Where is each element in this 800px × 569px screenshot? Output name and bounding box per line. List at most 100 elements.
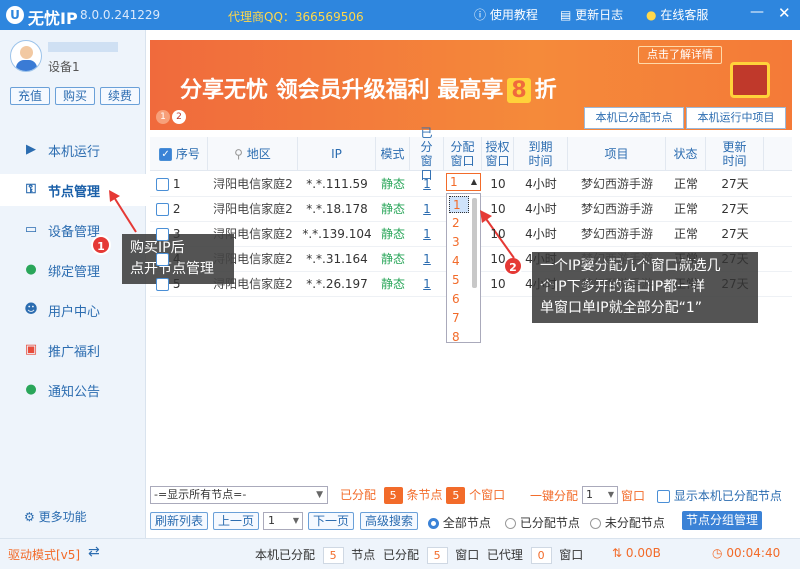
- sidebar-item-user-center[interactable]: ☻ 用户中心: [0, 294, 146, 326]
- header-ip[interactable]: IP: [298, 137, 376, 171]
- cell-status: 正常: [673, 202, 698, 216]
- dropdown-option[interactable]: 5: [449, 272, 469, 289]
- cell-auth: 10: [490, 277, 506, 291]
- tab-assigned-nodes[interactable]: 本机已分配节点: [584, 107, 684, 129]
- header-no[interactable]: ✓ 序号: [152, 137, 208, 171]
- header-auth-windows[interactable]: 授权窗口: [482, 137, 514, 171]
- link-icon: ●: [25, 262, 37, 277]
- chevron-up-icon: ▲: [470, 177, 477, 186]
- app-version: 8.0.0.241229: [80, 8, 161, 22]
- dropdown-option[interactable]: 7: [449, 310, 469, 327]
- prev-page-button[interactable]: 上一页: [213, 512, 259, 530]
- row-checkbox[interactable]: [156, 178, 169, 191]
- device-name: 设备1: [48, 60, 80, 74]
- switch-icon[interactable]: ⇄: [88, 544, 100, 560]
- timer-readout: ◷ 00:04:40: [712, 546, 781, 560]
- gift-box-icon: [730, 62, 770, 98]
- page-select[interactable]: 1 ▼: [263, 512, 303, 530]
- banner-page-1[interactable]: 1: [156, 110, 170, 124]
- cell-no: 2: [152, 197, 208, 221]
- cell-status: 正常: [673, 177, 698, 191]
- status-summary: 本机已分配 5 节点 已分配 5 窗口 已代理 0 窗口: [255, 547, 584, 564]
- header-status[interactable]: 状态: [666, 137, 706, 171]
- node-filter-select[interactable]: -=显示所有节点=- ▼: [150, 486, 328, 504]
- header-used-windows[interactable]: 已分窗口: [410, 126, 444, 182]
- row-checkbox[interactable]: [156, 228, 169, 241]
- recharge-button[interactable]: 充值: [10, 87, 50, 105]
- cell-used[interactable]: 1: [410, 172, 444, 196]
- traffic-readout: ⇅ 0.00B: [612, 546, 661, 560]
- sitemap-icon: ⚿: [26, 182, 36, 197]
- dropdown-option[interactable]: 3: [449, 234, 469, 251]
- header-project[interactable]: 项目: [568, 137, 666, 171]
- dropdown-option[interactable]: 8: [449, 329, 469, 346]
- cell-project: 梦幻西游手游: [580, 252, 653, 266]
- filter-icon: ⚲: [234, 147, 243, 161]
- header-mode[interactable]: 模式: [376, 137, 410, 171]
- select-all-checkbox[interactable]: ✓: [159, 147, 173, 161]
- header-alloc-windows[interactable]: 分配窗口: [444, 137, 482, 171]
- minimize-button[interactable]: —: [750, 4, 764, 20]
- cell-mode: 静态: [380, 252, 405, 266]
- cell-project: 梦幻西游手游: [580, 202, 653, 216]
- cell-auth: 10: [490, 202, 506, 216]
- cell-status: 正常: [673, 277, 698, 291]
- row-checkbox[interactable]: [156, 253, 169, 266]
- advanced-search-button[interactable]: 高级搜索: [360, 512, 418, 530]
- play-icon: ▶: [26, 142, 36, 157]
- refresh-list-button[interactable]: 刷新列表: [150, 512, 208, 530]
- app-title: 无忧IP: [28, 9, 78, 28]
- radio-all-nodes[interactable]: 全部节点: [428, 514, 491, 531]
- cell-region: 浔阳电信家庭2: [213, 177, 293, 191]
- online-service-link[interactable]: ● 在线客服: [646, 6, 708, 23]
- promo-banner[interactable]: 分享无忧 领会员升级福利 最高享 8 折 点击了解详情 1 2 本机已分配节点 本机…: [150, 40, 792, 130]
- cell-used[interactable]: 1: [410, 222, 444, 246]
- cell-updated: 27天: [721, 277, 749, 291]
- tab-running-projects[interactable]: 本机运行中项目: [686, 107, 786, 129]
- username-masked: [48, 42, 118, 52]
- dropdown-option[interactable]: 6: [449, 291, 469, 308]
- cell-ip: *.*.18.178: [306, 202, 368, 216]
- dropdown-option[interactable]: 1: [449, 196, 469, 213]
- cell-updated: 27天: [721, 202, 749, 216]
- alloc-dropdown-row1[interactable]: 1 ▲: [446, 173, 481, 191]
- next-page-button[interactable]: 下一页: [308, 512, 354, 530]
- renew-button[interactable]: 续费: [100, 87, 140, 105]
- banner-page-2[interactable]: 2: [172, 110, 186, 124]
- cell-expire: 4小时: [525, 227, 557, 241]
- agent-qq: 代理商QQ：366569506: [228, 10, 364, 24]
- row-checkbox[interactable]: [156, 278, 169, 291]
- gear-icon: ⚙: [24, 510, 35, 524]
- node-group-button[interactable]: 节点分组管理: [682, 511, 762, 530]
- radio-assigned-nodes[interactable]: 已分配节点: [505, 514, 580, 531]
- sidebar-item-promotion[interactable]: ▣ 推广福利: [0, 334, 146, 366]
- radio-unassigned-nodes[interactable]: 未分配节点: [590, 514, 665, 531]
- cell-no: 4: [152, 247, 208, 271]
- monitor-icon: ▭: [24, 222, 38, 237]
- row-checkbox[interactable]: [156, 203, 169, 216]
- show-assigned-checkbox[interactable]: 显示本机已分配节点: [657, 487, 782, 504]
- more-features-link[interactable]: ⚙ 更多功能: [24, 508, 87, 525]
- tutorial-link[interactable]: ⓘ 使用教程: [474, 6, 538, 23]
- sidebar: 设备1 充值 购买 续费 ▶ 本机运行 ⚿ 节点管理 ▭ 设备管理 ● 绑定管理 ☻ 用户…: [0, 30, 146, 538]
- one-key-assign-select[interactable]: 1 ▼: [582, 486, 618, 504]
- cell-used[interactable]: 1: [410, 272, 444, 296]
- buy-button[interactable]: 购买: [55, 87, 95, 105]
- cell-auth: 10: [490, 227, 506, 241]
- dropdown-option[interactable]: 4: [449, 253, 469, 270]
- close-button[interactable]: ✕: [778, 4, 791, 22]
- dropdown-option[interactable]: 2: [449, 215, 469, 232]
- sidebar-item-notice[interactable]: ● 通知公告: [0, 374, 146, 406]
- header-expire[interactable]: 到期时间: [514, 137, 568, 171]
- sidebar-item-local-run[interactable]: ▶ 本机运行: [0, 134, 146, 166]
- changelog-link[interactable]: ▤ 更新日志: [560, 6, 623, 23]
- banner-cta-button[interactable]: 点击了解详情: [638, 46, 722, 64]
- cell-used[interactable]: 1: [410, 247, 444, 271]
- cell-region: 浔阳电信家庭2: [213, 202, 293, 216]
- cell-status: 正常: [673, 252, 698, 266]
- header-region[interactable]: ⚲ 地区: [208, 137, 298, 171]
- cell-expire: 4小时: [525, 202, 557, 216]
- header-updated[interactable]: 更新时间: [706, 137, 764, 171]
- user-icon: ☻: [24, 302, 38, 317]
- cell-used[interactable]: 1: [410, 197, 444, 221]
